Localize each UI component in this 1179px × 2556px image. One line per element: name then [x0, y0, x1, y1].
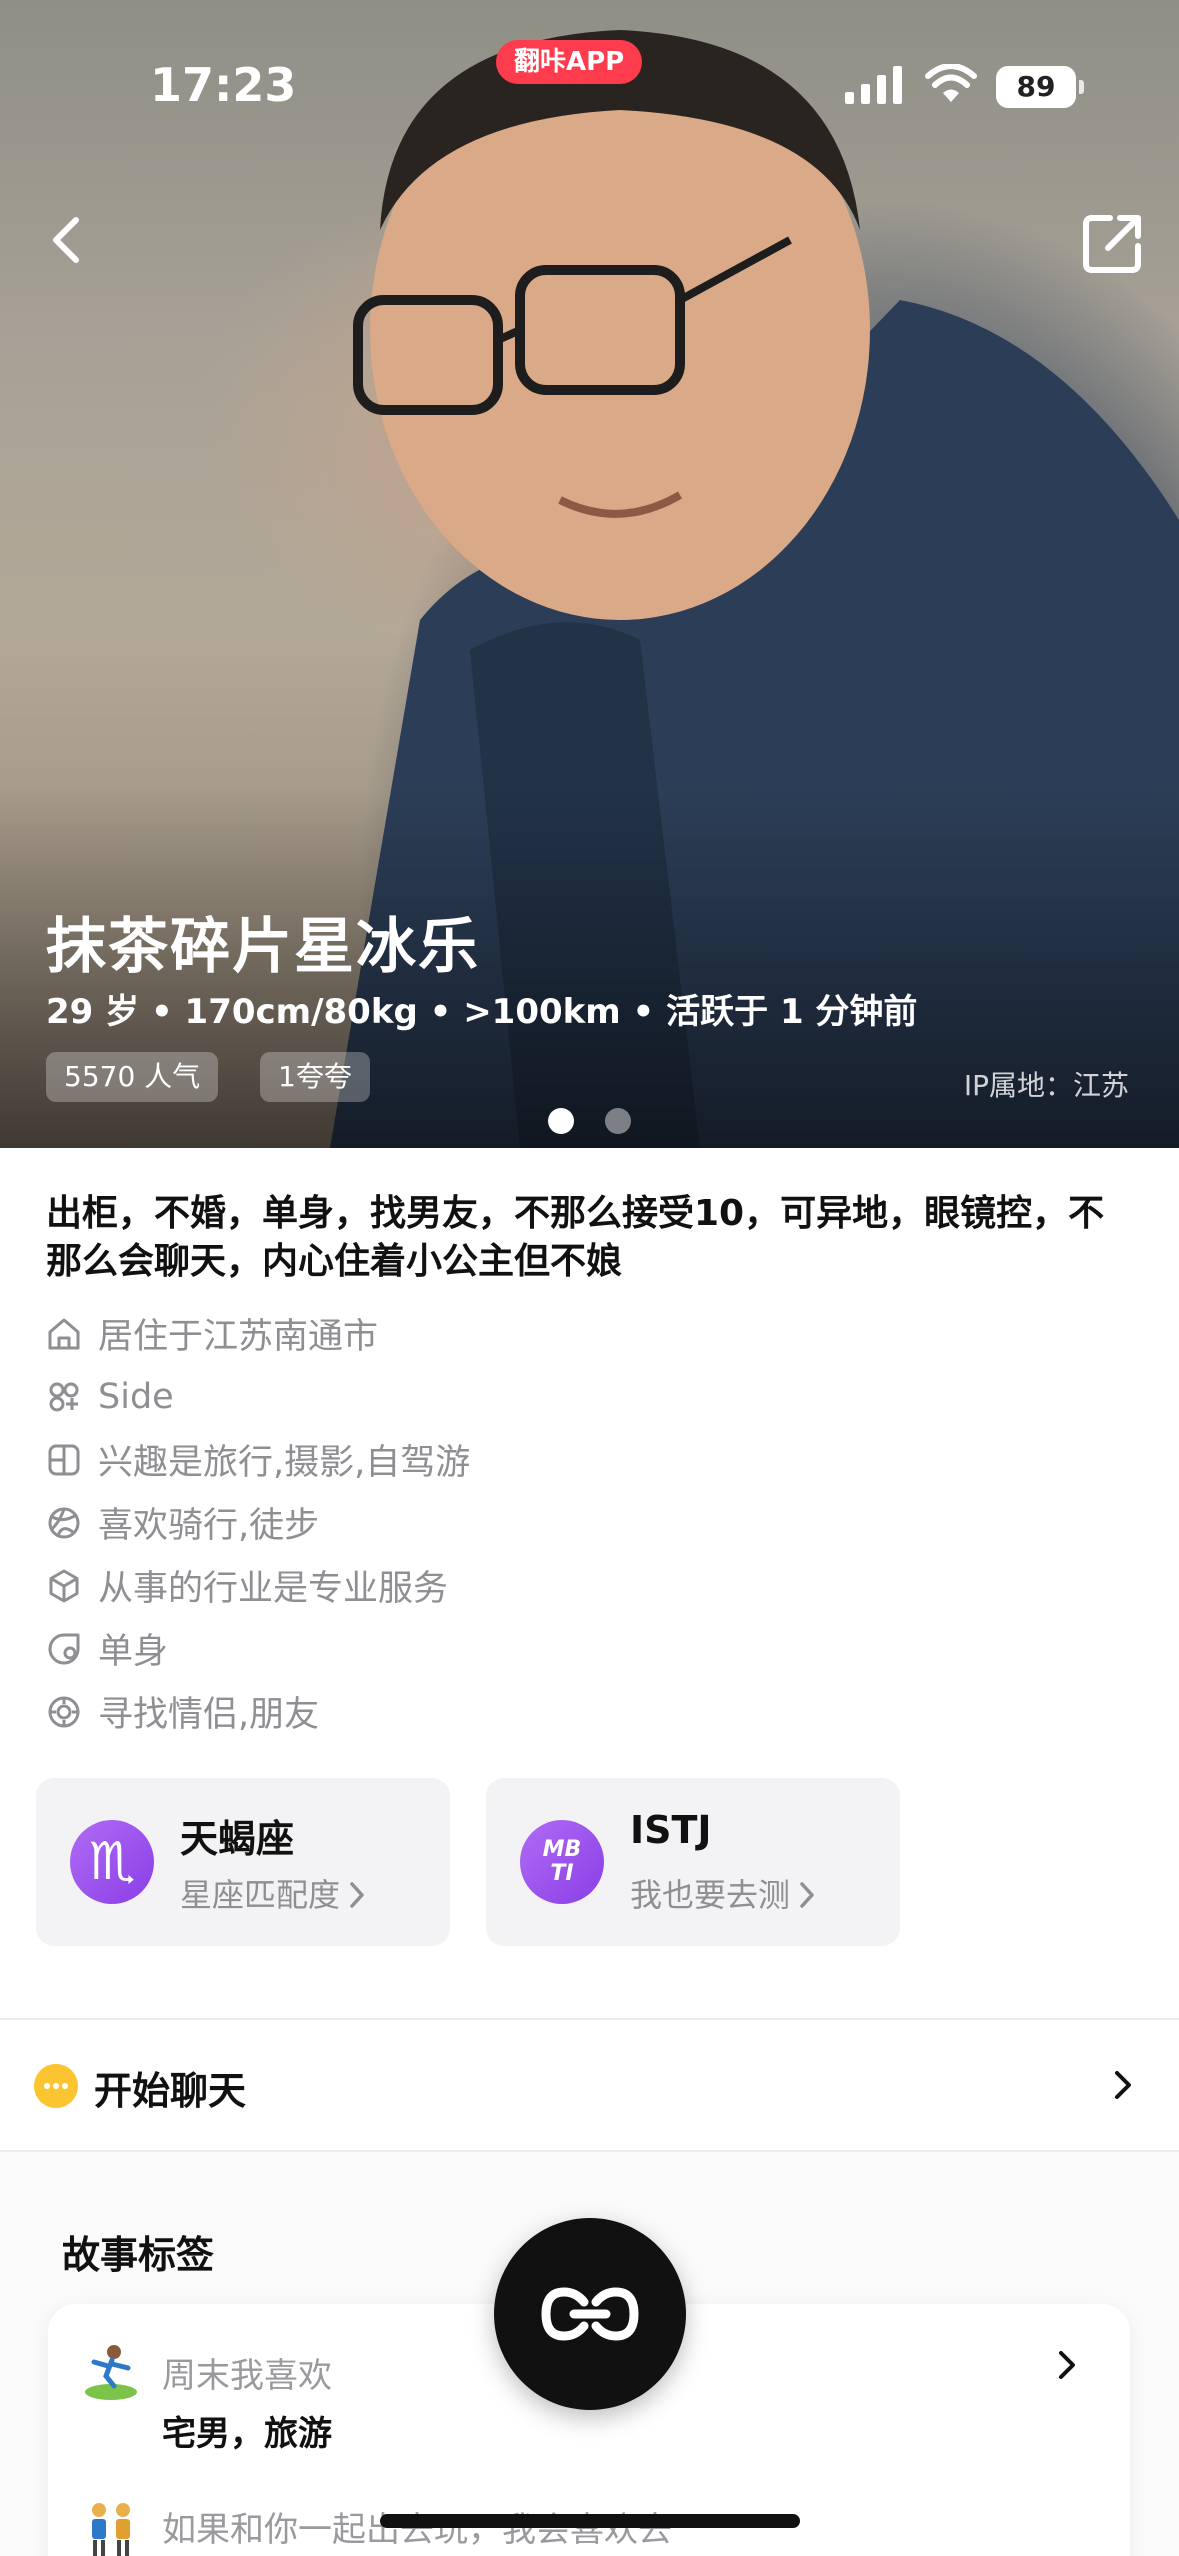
start-chat-label: 开始聊天 — [94, 2069, 247, 2113]
chevron-right-icon[interactable] — [1054, 2348, 1080, 2382]
zodiac-match-link[interactable]: 星座匹配度 — [180, 1870, 368, 1916]
chevron-right-icon — [800, 1882, 814, 1908]
profile-meta: 29 岁 • 170cm/80kg • >100km • 活跃于 1 分钟前 — [46, 992, 918, 1032]
share-icon[interactable] — [1078, 208, 1148, 278]
chevron-right-icon — [1115, 2071, 1131, 2099]
ip-location: IP属地：江苏 — [963, 1069, 1129, 1102]
mbti-icon: MB TI — [520, 1820, 604, 1904]
target-icon — [48, 1696, 80, 1727]
praise-chip[interactable]: 1夸夸 — [260, 1052, 370, 1102]
info-row-relationship: 单身 — [44, 1617, 470, 1680]
info-text: Side — [98, 1376, 174, 1417]
back-arrow-icon[interactable] — [36, 208, 100, 272]
role-icon — [49, 1382, 79, 1411]
battery-indicator: 89 — [996, 66, 1084, 108]
info-row-role: Side — [44, 1365, 470, 1428]
profile-info-list: 居住于江苏南通市 Side 兴趣是旅行,摄影,自驾游 喜欢骑行,徒步 从事的行业… — [44, 1302, 470, 1743]
info-text: 居住于江苏南通市 — [98, 1317, 379, 1357]
mbti-title: ISTJ — [630, 1808, 712, 1852]
popularity-chip[interactable]: 5570 人气 — [46, 1052, 219, 1102]
photo-page-dot-active[interactable] — [548, 1108, 574, 1134]
app-badge[interactable]: 翻咔APP — [496, 40, 643, 84]
surfer-emoji — [85, 2345, 137, 2400]
link-icon — [541, 2287, 639, 2341]
sport-icon — [48, 1507, 80, 1538]
profile-name: 抹茶碎片星冰乐 — [46, 912, 480, 982]
cellular-signal-icon — [845, 66, 902, 104]
profile-photo-hero[interactable]: 17:23 翻咔APP 89 抹茶碎片星冰乐 29 岁 • 170cm/80kg… — [0, 0, 1179, 1148]
home-icon — [48, 1318, 80, 1349]
chevron-right-icon — [350, 1882, 364, 1908]
wifi-icon — [925, 64, 977, 102]
relationship-icon — [48, 1633, 80, 1664]
info-text: 兴趣是旅行,摄影,自驾游 — [98, 1443, 471, 1483]
home-indicator[interactable] — [380, 2514, 800, 2528]
info-text: 单身 — [98, 1632, 169, 1672]
info-row-sports: 喜欢骑行,徒步 — [44, 1491, 470, 1554]
info-row-residence: 居住于江苏南通市 — [44, 1302, 470, 1365]
start-chat-row[interactable]: 开始聊天 — [0, 2020, 1179, 2150]
story-question: 周末我喜欢 — [162, 2356, 332, 2396]
photo-page-dot[interactable] — [605, 1108, 631, 1134]
story-answer: 宅男，旅游 — [162, 2414, 332, 2454]
couple-emoji — [92, 2503, 130, 2556]
info-text: 从事的行业是专业服务 — [98, 1569, 449, 1609]
link-action-button[interactable] — [494, 2218, 686, 2410]
mbti-card[interactable]: MB TI ISTJ 我也要去测 — [486, 1778, 900, 1946]
zodiac-title: 天蝎座 — [180, 1817, 295, 1861]
mbti-test-link[interactable]: 我也要去测 — [630, 1870, 818, 1916]
scorpio-icon: ♏ — [70, 1820, 154, 1904]
profile-bio: 出柜，不婚，单身，找男友，不那么接受10，可异地，眼镜控，不那么会聊天，内心住着… — [46, 1193, 1105, 1282]
chat-bubble-icon — [34, 2064, 78, 2108]
info-row-target: 寻找情侣,朋友 — [44, 1680, 470, 1743]
industry-icon — [49, 1569, 79, 1602]
info-text: 寻找情侣,朋友 — [98, 1695, 320, 1735]
interest-icon — [48, 1444, 80, 1475]
info-row-industry: 从事的行业是专业服务 — [44, 1554, 470, 1617]
info-row-interests: 兴趣是旅行,摄影,自驾游 — [44, 1428, 470, 1491]
zodiac-card[interactable]: ♏ 天蝎座 星座匹配度 — [36, 1778, 450, 1946]
story-tags-title: 故事标签 — [62, 2233, 215, 2277]
status-time: 17:23 — [150, 58, 297, 112]
info-text: 喜欢骑行,徒步 — [98, 1506, 320, 1546]
